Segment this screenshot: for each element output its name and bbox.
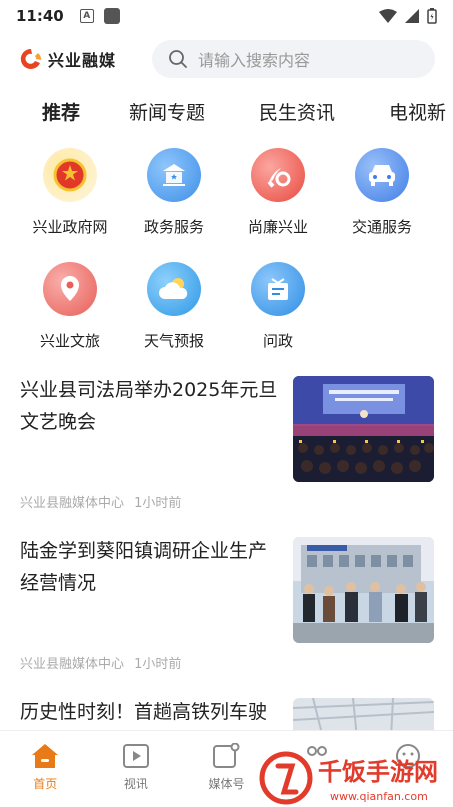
watermark-logo: 千饭手游网 www.qianfan.com (258, 748, 453, 807)
news-meta: 兴业县融媒体中心 1小时前 (20, 653, 181, 672)
category-tabs: 推荐 新闻专题 民生资讯 电视新 (0, 92, 453, 132)
nav-video[interactable]: 视讯 (91, 731, 182, 807)
nav-label: 媒体号 (208, 777, 245, 791)
service-inquiry[interactable]: 问政 (226, 262, 330, 351)
government-building-icon (147, 148, 201, 202)
app-logo[interactable]: 兴业融媒 (18, 47, 138, 71)
news-item[interactable]: 历史性时刻！首趟高铁列车驶入兴业车站 (0, 696, 453, 730)
news-time: 1小时前 (134, 496, 182, 511)
status-bar: 11:40 A (0, 0, 453, 32)
service-label: 尚廉兴业 (247, 218, 308, 236)
home-icon (32, 744, 59, 768)
news-time: 1小时前 (134, 657, 182, 672)
battery-icon (427, 8, 437, 24)
nav-home[interactable]: 首页 (0, 731, 91, 807)
officials-group-photo[interactable] (293, 537, 434, 643)
tab-news-topics[interactable]: 新闻专题 (129, 98, 205, 125)
service-traffic[interactable]: 交通服务 (330, 148, 434, 237)
news-item[interactable]: 陆金学到葵阳镇调研企业生产经营情况 兴业县融媒体中心 1小时前 (0, 535, 453, 695)
logo-swirl-icon (20, 48, 42, 69)
news-title[interactable]: 兴业县司法局举办2025年元旦文艺晚会 (20, 374, 282, 438)
car-icon (355, 148, 409, 202)
service-tourism[interactable]: 兴业文旅 (18, 262, 122, 351)
notification-square-icon (103, 8, 120, 24)
service-gov-affairs[interactable]: 政务服务 (122, 148, 226, 237)
service-integrity[interactable]: 尚廉兴业 (226, 148, 330, 237)
status-time: 11:40 (16, 7, 64, 25)
video-play-icon (122, 744, 149, 768)
tab-recommend[interactable]: 推荐 (42, 98, 80, 125)
keyboard-a-icon: A (79, 9, 94, 23)
news-meta: 兴业县融媒体中心 1小时前 (20, 492, 181, 511)
service-label: 天气预报 (143, 332, 204, 350)
search-placeholder: 请输入搜索内容 (198, 51, 311, 70)
news-item[interactable]: 兴业县司法局举办2025年元旦文艺晚会 兴业县融媒体中心 1小时前 (0, 374, 453, 534)
stage-performance-photo[interactable] (293, 376, 434, 482)
service-label: 兴业政府网 (32, 218, 108, 236)
signal-icon (405, 9, 419, 23)
search-icon (169, 50, 187, 68)
service-label: 问政 (262, 332, 293, 350)
service-label: 交通服务 (351, 218, 412, 236)
tab-tv-news[interactable]: 电视新 (389, 98, 446, 125)
watermark-url: www.qianfan.com (330, 790, 428, 803)
party-emblem-icon (251, 148, 305, 202)
nav-label: 首页 (33, 777, 58, 791)
nav-label: 视讯 (123, 777, 148, 791)
news-source: 兴业县融媒体中心 (20, 496, 125, 511)
service-gov-site[interactable]: 兴业政府网 (18, 148, 122, 237)
service-weather[interactable]: 天气预报 (122, 262, 226, 351)
search-input[interactable]: 请输入搜索内容 (152, 40, 435, 78)
news-source: 兴业县融媒体中心 (20, 657, 125, 672)
message-board-icon (251, 262, 305, 316)
watermark-title: 千饭手游网 (318, 758, 438, 786)
logo-text: 兴业融媒 (48, 51, 117, 70)
railway-station-photo[interactable] (293, 698, 434, 730)
national-emblem-icon (43, 148, 97, 202)
map-pin-icon (43, 262, 97, 316)
wifi-icon (379, 9, 397, 23)
media-account-icon (213, 743, 240, 768)
news-title[interactable]: 历史性时刻！首趟高铁列车驶入兴业车站 (20, 696, 282, 730)
service-label: 兴业文旅 (39, 332, 100, 350)
news-title[interactable]: 陆金学到葵阳镇调研企业生产经营情况 (20, 535, 282, 599)
tab-livelihood[interactable]: 民生资讯 (259, 98, 335, 125)
service-label: 政务服务 (143, 218, 204, 236)
cloud-sun-icon (147, 262, 201, 316)
header: 兴业融媒 请输入搜索内容 (0, 38, 453, 80)
